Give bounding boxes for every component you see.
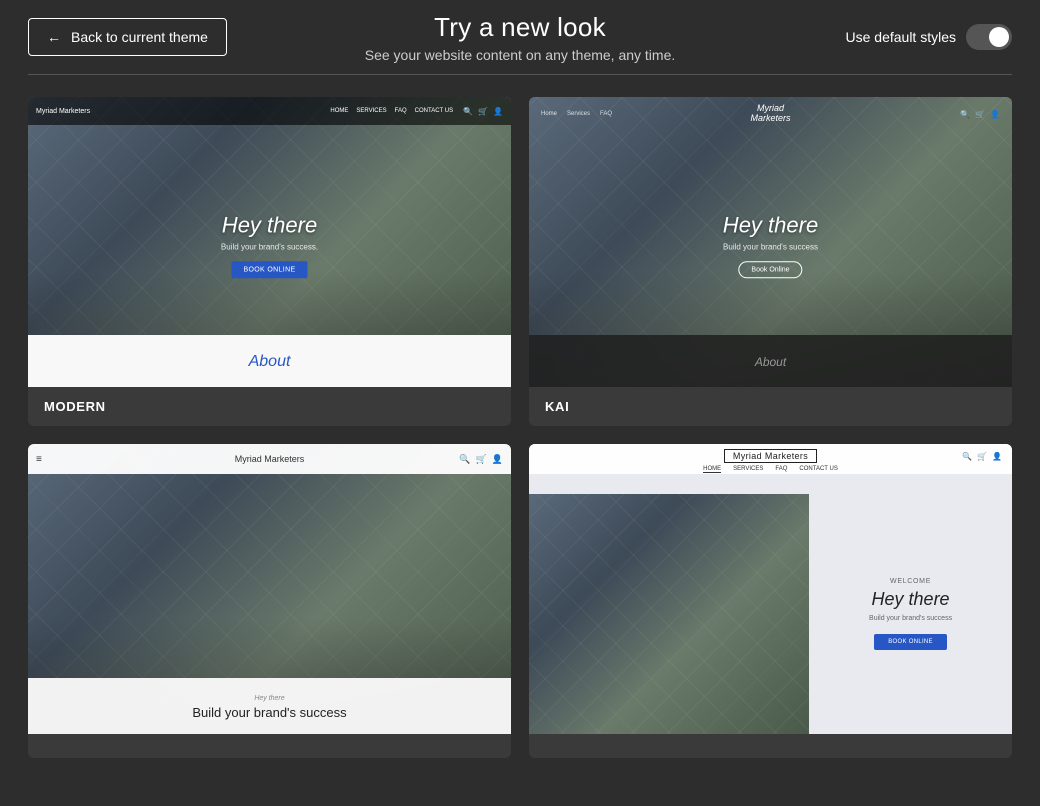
mock-site-modern: Myriad Marketers HOMESERVICESFAQCONTACT … [28, 97, 511, 387]
page-title: Try a new look [365, 12, 676, 43]
theme-card-fluid[interactable]: ≡ Myriad Marketers 🔍🛒👤 Hey there Build y… [28, 444, 511, 758]
theme-card-kai[interactable]: HomeServicesFAQ MyriadMarketers 🔍🛒👤 Hey … [529, 97, 1012, 426]
theme-preview-split: Myriad Marketers HOMESERVICESFAQCONTACT … [529, 444, 1012, 734]
mock-hero-kai: Hey there Build your brand's success Boo… [723, 212, 818, 278]
mock-site-kai: HomeServicesFAQ MyriadMarketers 🔍🛒👤 Hey … [529, 97, 1012, 387]
default-styles-label: Use default styles [846, 29, 957, 45]
mock-brand-split: Myriad Marketers [724, 449, 817, 463]
default-styles-toggle[interactable] [966, 24, 1012, 50]
mock-icons-kai: 🔍🛒👤 [960, 110, 1000, 119]
theme-label-split [529, 734, 1012, 758]
page-subtitle: See your website content on any theme, a… [365, 47, 676, 63]
mock-site-fluid: ≡ Myriad Marketers 🔍🛒👤 Hey there Build y… [28, 444, 511, 734]
theme-preview-kai: HomeServicesFAQ MyriadMarketers 🔍🛒👤 Hey … [529, 97, 1012, 387]
mock-hero-btn-modern: BOOK ONLINE [231, 261, 307, 278]
mock-icons-split: 🔍🛒👤 [962, 452, 1002, 461]
theme-label-kai: KAI [529, 387, 1012, 426]
mock-nav-mobile: ≡ Myriad Marketers 🔍🛒👤 [28, 444, 511, 474]
mock-about-kai: About [529, 335, 1012, 387]
mock-hero-modern: Hey there Build your brand's success. BO… [221, 212, 318, 278]
arrow-left-icon: ← [47, 29, 61, 45]
mock-hero-sub-kai: Build your brand's success [723, 242, 818, 251]
mock-site-split: Myriad Marketers HOMESERVICESFAQCONTACT … [529, 444, 1012, 734]
back-button[interactable]: ← Back to current theme [28, 18, 227, 56]
mock-links-split: HOMESERVICESFAQCONTACT US [703, 466, 838, 473]
mock-hero-title-kai: Hey there [723, 212, 818, 238]
header-center: Try a new look See your website content … [365, 12, 676, 63]
mock-links-modern: HOMESERVICESFAQCONTACT US [330, 108, 453, 114]
mock-icons-modern: 🔍🛒👤 [463, 107, 503, 116]
theme-card-split[interactable]: Myriad Marketers HOMESERVICESFAQCONTACT … [529, 444, 1012, 758]
mock-hero-btn-kai: Book Online [738, 261, 802, 278]
mock-icons-mobile: 🔍🛒👤 [459, 454, 503, 465]
mock-bottom-main: Build your brand's success [192, 705, 346, 720]
theme-preview-modern: Myriad Marketers HOMESERVICESFAQCONTACT … [28, 97, 511, 387]
hamburger-icon: ≡ [36, 454, 42, 465]
mock-about-modern: About [28, 335, 511, 387]
mock-split-text: WELCOME Hey there Build your brand's suc… [809, 494, 1012, 734]
mock-brand-kai: MyriadMarketers [750, 104, 790, 124]
mock-nav-kai: HomeServicesFAQ MyriadMarketers 🔍🛒👤 [529, 97, 1012, 131]
mock-links-kai: HomeServicesFAQ [541, 111, 612, 117]
mock-brand-mobile: Myriad Marketers [235, 454, 305, 464]
mock-split-sub: Build your brand's success [869, 615, 952, 622]
mock-brand-modern: Myriad Marketers [36, 108, 90, 115]
theme-label-fluid [28, 734, 511, 758]
mock-hero-title-modern: Hey there [221, 212, 318, 238]
mock-split-image [529, 494, 809, 734]
header: ← Back to current theme Try a new look S… [0, 0, 1040, 74]
mock-bottom-small: Hey there [254, 695, 284, 702]
theme-label-modern: MODERN [28, 387, 511, 426]
default-styles-control: Use default styles [846, 24, 1013, 50]
theme-grid: Myriad Marketers HOMESERVICESFAQCONTACT … [0, 75, 1040, 780]
mock-split-content: WELCOME Hey there Build your brand's suc… [529, 494, 1012, 734]
mock-bottom-fluid: Hey there Build your brand's success [28, 678, 511, 734]
theme-card-modern[interactable]: Myriad Marketers HOMESERVICESFAQCONTACT … [28, 97, 511, 426]
mock-nav-modern: Myriad Marketers HOMESERVICESFAQCONTACT … [28, 97, 511, 125]
mock-split-nav: Myriad Marketers HOMESERVICESFAQCONTACT … [529, 444, 1012, 474]
mock-split-title: Hey there [872, 589, 950, 610]
mock-hero-sub-modern: Build your brand's success. [221, 242, 318, 251]
theme-preview-fluid: ≡ Myriad Marketers 🔍🛒👤 Hey there Build y… [28, 444, 511, 734]
mock-welcome-label: WELCOME [890, 578, 931, 585]
mock-split-btn: BOOK ONLINE [874, 634, 947, 650]
back-label: Back to current theme [71, 29, 208, 45]
